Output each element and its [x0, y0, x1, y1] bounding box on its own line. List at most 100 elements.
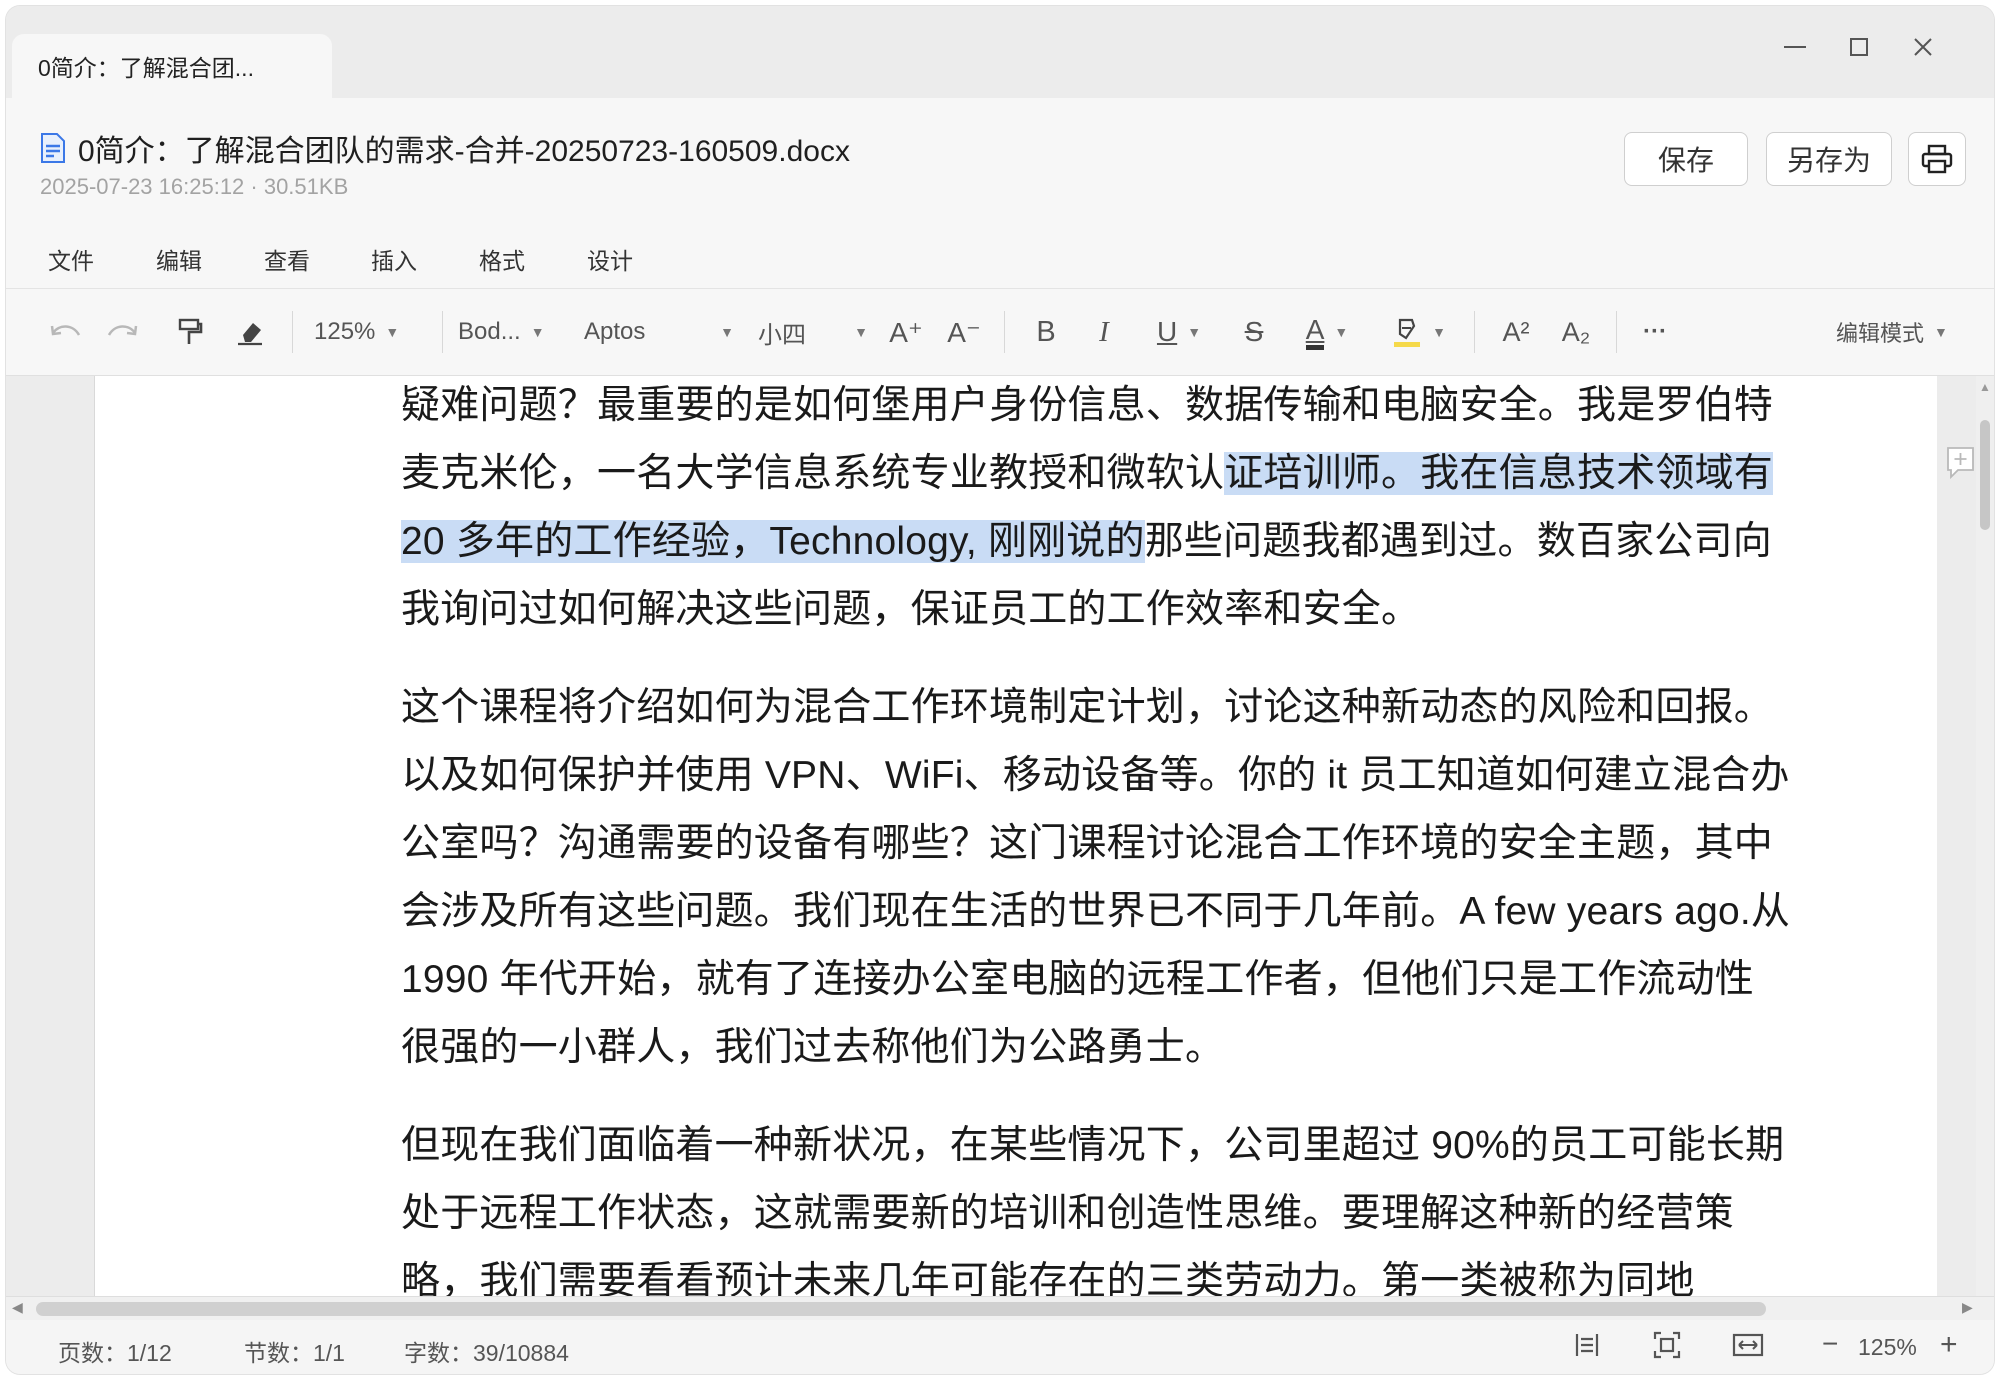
scroll-right-arrow-icon[interactable]: ▶: [1962, 1299, 1973, 1316]
superscript-button[interactable]: A²: [1492, 309, 1540, 355]
save-button[interactable]: 保存: [1624, 132, 1748, 186]
fit-page-icon[interactable]: [1652, 1330, 1682, 1365]
font-color-button[interactable]: A ▼: [1294, 309, 1360, 355]
menu-design[interactable]: 设计: [587, 242, 633, 276]
save-as-button-label: 另存为: [1786, 145, 1871, 176]
save-as-button[interactable]: 另存为: [1766, 132, 1892, 186]
bold-icon: B: [1036, 315, 1056, 348]
paragraph-text: 但现在我们面临着一种新状况，在某些情况下，公司里超过 90%的员工可能长期处于远…: [401, 1124, 1785, 1296]
menu-bar: 文件 编辑 查看 插入 格式 设计: [6, 224, 1994, 289]
edit-mode-dropdown[interactable]: 编辑模式 ▼: [1836, 309, 1970, 355]
zoom-out-button[interactable]: −: [1822, 1328, 1838, 1360]
zoom-value: 125%: [314, 318, 376, 345]
section-count: 节数：1/1: [244, 1340, 345, 1366]
font-color-icon: A: [1305, 314, 1325, 350]
shrink-font-button[interactable]: A⁻: [942, 309, 986, 355]
more-options-button[interactable]: ···: [1632, 309, 1678, 355]
chevron-down-icon: ▼: [1187, 324, 1202, 340]
page-width-view-icon[interactable]: [1572, 1330, 1602, 1365]
more-options-icon: ···: [1643, 318, 1667, 345]
menu-edit[interactable]: 编辑: [156, 242, 202, 276]
scroll-up-arrow-icon[interactable]: ▲: [1979, 380, 1991, 394]
toolbar-divider: [442, 311, 443, 353]
toolbar-divider: [1474, 311, 1475, 353]
document-file-name: 0简介：了解混合团队的需求-合并-20250723-160509.docx: [78, 135, 850, 168]
document-meta: 2025-07-23 16:25:12 · 30.51KB: [40, 174, 349, 199]
document-body[interactable]: 疑难问题？最重要的是如何堡用户身份信息、数据传输和电脑安全。我是罗伯特麦克米伦，…: [401, 376, 1791, 1296]
word-count: 字数：39/10884: [404, 1340, 569, 1366]
horizontal-scrollbar[interactable]: ◀ ▶: [6, 1296, 1994, 1321]
superscript-icon: A²: [1502, 316, 1530, 347]
app-window: 0简介：了解混合团... 0简介：了解混合团队的需求-合并-20250723-1…: [6, 6, 1994, 1374]
zoom-dropdown[interactable]: 125% ▼: [314, 309, 424, 355]
document-canvas: 疑难问题？最重要的是如何堡用户身份信息、数据传输和电脑安全。我是罗伯特麦克米伦，…: [6, 376, 1994, 1296]
menu-file[interactable]: 文件: [48, 242, 94, 276]
close-icon[interactable]: [1900, 24, 1946, 70]
strikethrough-icon: S: [1244, 316, 1264, 347]
chevron-down-icon: ▼: [1432, 324, 1446, 340]
menu-view[interactable]: 查看: [264, 242, 310, 276]
undo-icon[interactable]: [46, 309, 86, 355]
print-button[interactable]: [1908, 132, 1966, 186]
underline-icon: U: [1156, 316, 1178, 347]
font-family-dropdown[interactable]: Aptos ▼: [584, 309, 734, 355]
highlighter-icon: [1394, 318, 1421, 347]
toolbar-divider: [1616, 311, 1617, 353]
paragraph[interactable]: 但现在我们面临着一种新状况，在某些情况下，公司里超过 90%的员工可能长期处于远…: [401, 1112, 1791, 1296]
bold-button[interactable]: B: [1026, 309, 1066, 355]
chevron-down-icon: ▼: [1334, 324, 1349, 340]
toolbar-divider: [292, 311, 293, 353]
zoom-level: 125%: [1858, 1334, 1917, 1360]
chevron-down-icon: ▼: [530, 324, 545, 340]
page-count: 页数：1/12: [58, 1340, 172, 1366]
redo-icon[interactable]: [102, 309, 142, 355]
subscript-button[interactable]: A₂: [1552, 309, 1600, 355]
italic-button[interactable]: I: [1084, 309, 1124, 355]
italic-icon: I: [1099, 315, 1109, 348]
menu-insert[interactable]: 插入: [371, 242, 417, 276]
vertical-scrollbar-thumb[interactable]: [1980, 420, 1990, 530]
chevron-down-icon: ▼: [854, 324, 868, 340]
toolbar-divider: [1004, 311, 1005, 353]
paragraph[interactable]: 疑难问题？最重要的是如何堡用户身份信息、数据传输和电脑安全。我是罗伯特麦克米伦，…: [401, 376, 1791, 644]
paragraph[interactable]: 这个课程将介绍如何为混合工作环境制定计划，讨论这种新动态的风险和回报。以及如何保…: [401, 674, 1791, 1082]
tab-title: 0简介：了解混合团...: [38, 55, 254, 81]
document-header: 0简介：了解混合团队的需求-合并-20250723-160509.docx 20…: [6, 98, 1994, 225]
word-document-icon: [41, 133, 65, 163]
formatting-toolbar: 125% ▼ Bod... ▼ Aptos ▼ 小四 ▼ A⁺ A⁻ B I U ▼ S: [6, 289, 1994, 376]
title-bar: 0简介：了解混合团...: [6, 6, 1994, 98]
font-family-value: Aptos: [584, 318, 646, 345]
clear-format-eraser-icon[interactable]: [230, 309, 270, 355]
underline-button[interactable]: U ▼: [1144, 309, 1214, 355]
horizontal-scrollbar-thumb[interactable]: [36, 1302, 1766, 1316]
subscript-icon: A₂: [1561, 316, 1591, 347]
vertical-scrollbar[interactable]: ▲: [1976, 376, 1994, 1296]
highlight-color-button[interactable]: ▼: [1384, 309, 1454, 355]
minimize-icon[interactable]: [1772, 24, 1818, 70]
grow-font-icon: A⁺: [889, 316, 923, 348]
shrink-font-icon: A⁻: [947, 316, 981, 348]
paragraph-style-value: Bod...: [458, 318, 521, 345]
edit-mode-value: 编辑模式: [1836, 321, 1925, 346]
zoom-in-button[interactable]: +: [1940, 1328, 1958, 1362]
paragraph-text: 这个课程将介绍如何为混合工作环境制定计划，讨论这种新动态的风险和回报。以及如何保…: [401, 686, 1791, 1069]
chevron-down-icon: ▼: [720, 324, 734, 340]
fit-width-icon[interactable]: [1732, 1330, 1764, 1365]
font-size-dropdown[interactable]: 小四 ▼: [758, 309, 868, 355]
document-tab[interactable]: 0简介：了解混合团...: [12, 34, 332, 98]
format-painter-icon[interactable]: [170, 309, 210, 355]
document-page[interactable]: 疑难问题？最重要的是如何堡用户身份信息、数据传输和电脑安全。我是罗伯特麦克米伦，…: [94, 376, 1937, 1296]
printer-icon: [1921, 144, 1953, 174]
scroll-left-arrow-icon[interactable]: ◀: [12, 1299, 23, 1316]
grow-font-button[interactable]: A⁺: [884, 309, 928, 355]
chevron-down-icon: ▼: [1934, 324, 1948, 340]
maximize-icon[interactable]: [1836, 24, 1882, 70]
status-bar: 页数：1/12 节数：1/1 字数：39/10884 − 125% +: [6, 1320, 1994, 1374]
paragraph-style-dropdown[interactable]: Bod... ▼: [458, 309, 570, 355]
save-button-label: 保存: [1657, 145, 1714, 176]
menu-format[interactable]: 格式: [479, 242, 525, 276]
strikethrough-button[interactable]: S: [1234, 309, 1274, 355]
chevron-down-icon: ▼: [385, 324, 400, 340]
font-size-value: 小四: [758, 321, 806, 349]
add-comment-icon[interactable]: [1946, 446, 1976, 485]
